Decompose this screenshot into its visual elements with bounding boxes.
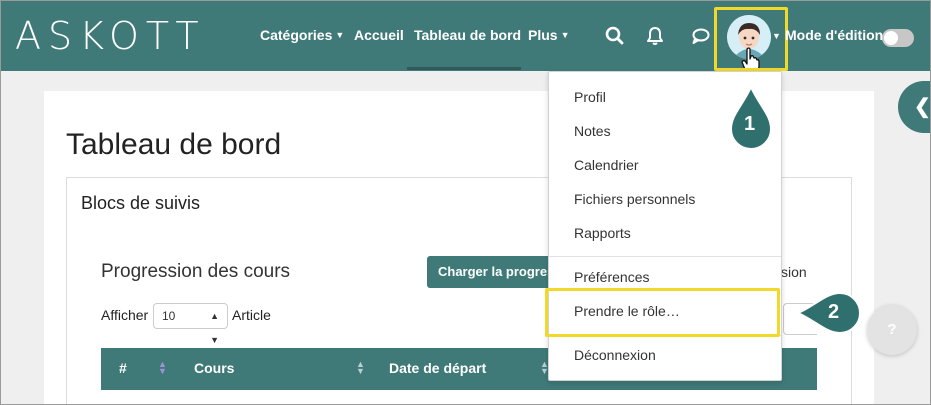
column-header-course[interactable]: Cours [194, 360, 234, 376]
progress-title: Progression des cours [101, 261, 291, 282]
nav-label: Plus [528, 27, 558, 43]
screenshot-frame: ASKOTT Catégories ▼ Accueil Tableau de bo… [0, 0, 931, 405]
menu-item-preferences[interactable]: Préférences [574, 269, 649, 285]
partial-label: sion [781, 264, 807, 280]
menu-item-profil[interactable]: Profil [574, 89, 606, 105]
nav-item-accueil[interactable]: Accueil [354, 25, 404, 45]
callout-number-2: 2 [828, 301, 840, 323]
sort-icon[interactable]: ▲ ▼ [158, 360, 167, 376]
nav-item-plus[interactable]: Plus ▼ [528, 25, 570, 45]
show-entries-label: Afficher [101, 307, 149, 323]
menu-item-deconnexion[interactable]: Déconnexion [574, 347, 656, 363]
column-header-number[interactable]: # [119, 360, 127, 376]
select-value: 10 [162, 309, 176, 323]
callout-number-1: 1 [744, 113, 756, 135]
role-highlight-box [545, 288, 780, 337]
nav-item-tableau-de-bord[interactable]: Tableau de bord [414, 25, 521, 45]
nav-label: Tableau de bord [414, 27, 522, 43]
avatar-highlight-box [714, 7, 788, 71]
nav-label: Catégories [260, 27, 333, 43]
help-button[interactable]: ? [867, 305, 917, 355]
top-navbar: ASKOTT Catégories ▼ Accueil Tableau de bo… [1, 1, 930, 74]
chevron-down-icon: ▼ [560, 30, 570, 40]
article-label: Article [232, 307, 271, 323]
chevron-down-icon: ▼ [335, 30, 345, 40]
active-nav-underline [407, 67, 521, 70]
search-icon[interactable] [604, 25, 626, 47]
block-title: Blocs de suivis [81, 193, 201, 213]
menu-item-fichiers-personnels[interactable]: Fichiers personnels [574, 191, 695, 207]
bell-icon[interactable] [644, 25, 666, 47]
edit-mode-toggle[interactable] [882, 29, 914, 47]
sort-updown-icon: ▲ ▼ [210, 311, 219, 345]
menu-item-calendrier[interactable]: Calendrier [574, 157, 639, 173]
entries-per-page-select[interactable]: 10 ▲ ▼ [153, 303, 228, 345]
nav-item-categories[interactable]: Catégories ▼ [260, 25, 344, 45]
page-title: Tableau de bord [66, 128, 282, 161]
chat-icon[interactable] [690, 25, 712, 47]
menu-item-rapports[interactable]: Rapports [574, 225, 631, 241]
edit-mode-label: Mode d'édition [785, 27, 884, 43]
menu-divider [549, 256, 781, 257]
column-header-start-date[interactable]: Date de départ [389, 360, 486, 376]
question-icon: ? [887, 321, 897, 338]
load-progress-button[interactable]: Charger la progression [427, 256, 557, 288]
chevron-left-icon: ❮ [914, 96, 931, 118]
sort-icon[interactable]: ▲ ▼ [356, 360, 365, 376]
drawer-toggle-tab[interactable]: ❮ [898, 81, 931, 133]
nav-label: Accueil [354, 27, 404, 43]
brand-logo[interactable]: ASKOTT [15, 15, 206, 57]
menu-item-notes[interactable]: Notes [574, 123, 611, 139]
